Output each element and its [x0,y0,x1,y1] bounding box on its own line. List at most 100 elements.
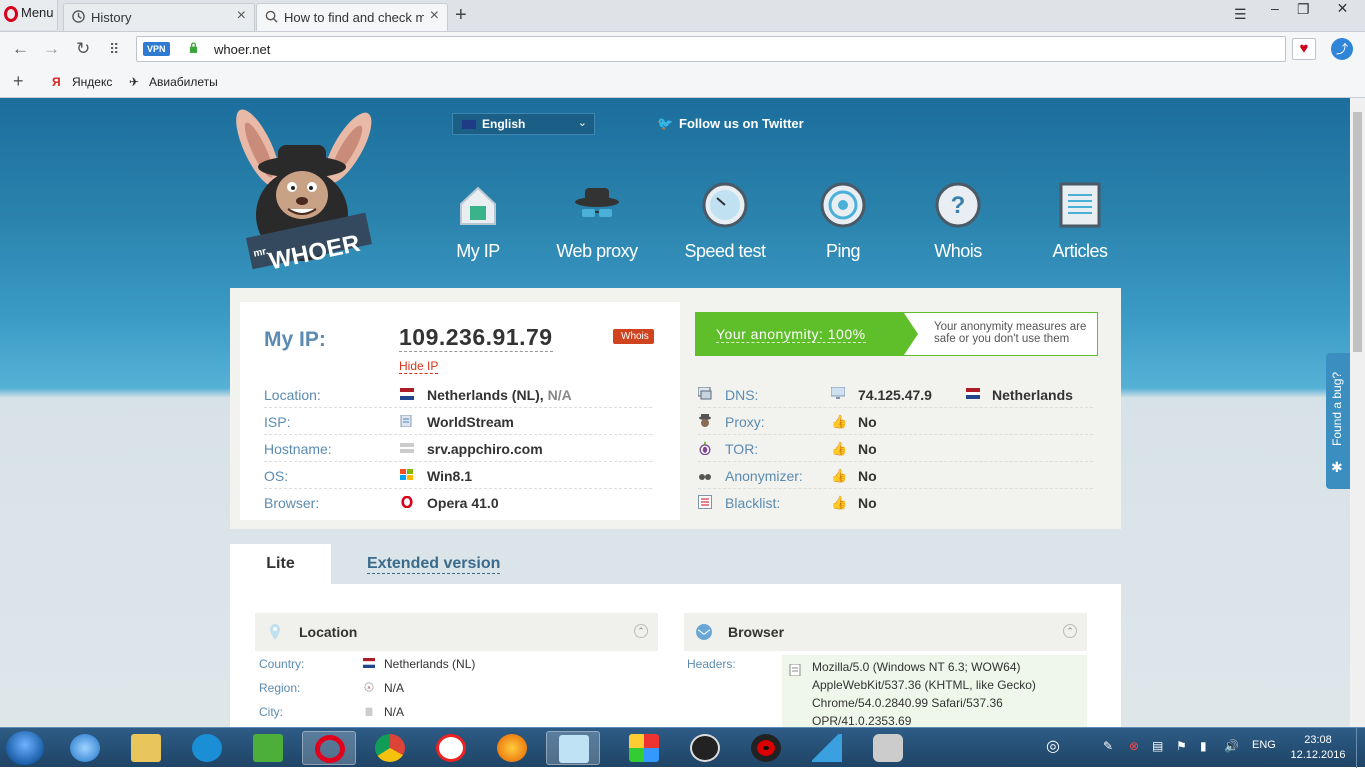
dns-country: Netherlands [992,387,1073,403]
close-tab-icon[interactable]: × [237,7,246,25]
url-text: whoer.net [214,42,271,57]
row-value: No [858,414,877,430]
anonymity-score[interactable]: Your anonymity: 100% [696,313,918,355]
network-tray-icon[interactable]: ▤ [1152,739,1163,753]
ip-address[interactable]: 109.236.91.79 [399,324,553,352]
whoer-logo[interactable]: mr. WHOER [230,103,390,275]
chrome-taskbar-icon[interactable] [363,731,417,765]
nav-label: Ping [825,241,861,261]
row-key: Region: [259,681,301,695]
twitter-link[interactable]: 🐦 Follow us on Twitter [657,116,804,132]
header-line: Mozilla/5.0 (Windows NT 6.3; WOW64) [812,660,1021,674]
opera-menu-button[interactable]: Menu [0,0,58,30]
row-key: OS: [264,468,289,484]
notepad-taskbar-icon[interactable] [546,731,600,765]
tab-whoer[interactable]: How to find and check my × [256,3,448,31]
language-select[interactable]: English ⌄ [452,113,595,135]
bug-icon: ✱ [1331,459,1343,475]
new-tab-button[interactable]: + [455,4,467,27]
minimize-button[interactable]: ‒ [1271,0,1279,16]
update-tray-icon[interactable]: ◎ [1046,736,1060,756]
close-tab-icon[interactable]: × [430,7,439,25]
anonymity-note: Your anonymity measures are safe or you … [934,321,1087,345]
close-window-button[interactable]: ✕ [1320,0,1365,22]
nav-my-ip[interactable]: My IP [423,182,533,262]
tab-lite[interactable]: Lite [230,544,331,584]
vpn-badge[interactable]: VPN [143,42,170,56]
nav-web-proxy[interactable]: Web proxy [542,182,652,262]
browser-section-header[interactable]: Browser ⌃ [684,613,1087,651]
page-scrollbar[interactable] [1350,98,1365,727]
app-grid-taskbar-icon[interactable] [617,731,671,765]
nav-articles[interactable]: Articles [1025,182,1135,262]
search-icon [265,10,278,23]
dns-value: 74.125.47.9 [858,387,932,403]
share-icon[interactable]: ⤴ [1331,38,1353,60]
hp-taskbar-icon[interactable] [180,731,234,765]
hand-taskbar-icon[interactable] [861,731,915,765]
tab-menu-icon[interactable]: ☰ [1234,6,1247,23]
my-ip-panel: My IP: 109.236.91.79 Hide IP Whois Locat… [240,302,680,520]
back-arrow-icon[interactable]: ← [12,39,29,59]
tab-extended-version[interactable]: Extended version [367,555,501,574]
building-icon [365,707,373,716]
info-row-location: Location: Netherlands (NL), N/A [264,381,652,408]
bookmark-heart-icon[interactable]: ♥ [1292,38,1316,60]
browser-tab-bar: Menu History × How to find and check my … [0,0,1365,32]
reload-icon[interactable]: ↻ [76,39,90,59]
section-title: Location [299,624,358,640]
ie-taskbar-icon[interactable] [58,731,112,765]
opera-logo-icon [4,6,18,22]
info-row-os: OS: Win8.1 [264,462,652,489]
app-a-taskbar-icon[interactable] [241,731,295,765]
chevron-down-icon: ⌄ [577,117,587,129]
show-desktop-button[interactable] [1356,728,1365,768]
opera-taskbar-icon[interactable] [302,731,356,765]
clock-time: 23:08 [1304,734,1332,746]
bookmark-yandex[interactable]: Яндекс [72,75,112,89]
obs-taskbar-icon[interactable] [678,731,732,765]
forward-arrow-icon[interactable]: → [43,39,60,59]
info-row-isp: ISP: WorldStream [264,408,652,435]
add-bookmark-icon[interactable]: + [13,71,24,92]
nav-speed-test[interactable]: Speed test [670,182,780,262]
bookmark-aviabilety[interactable]: Авиабилеты [149,75,218,89]
explorer-taskbar-icon[interactable] [119,731,173,765]
spy-icon [699,414,711,427]
clock-icon [72,10,85,23]
row-value: N/A [384,681,405,695]
nav-whois[interactable]: ? Whois [903,182,1013,262]
security-tray-icon[interactable]: ⊗ [1129,739,1139,753]
tab-history[interactable]: History × [63,3,255,31]
maximize-button[interactable]: ❐ [1297,1,1310,18]
speed-dial-icon[interactable]: ⠿ [109,41,119,58]
firefox-taskbar-icon[interactable] [485,731,539,765]
headers-label: Headers: [687,657,736,671]
system-clock[interactable]: 23:08 12.12.2016 [1290,733,1346,763]
speedometer-icon [702,182,748,228]
row-key: Location: [264,387,321,403]
flag-tray-icon[interactable]: ⚑ [1176,739,1187,753]
scrollbar-thumb[interactable] [1353,112,1362,352]
hide-ip-link[interactable]: Hide IP [399,359,439,374]
input-language[interactable]: ENG [1252,739,1276,751]
whois-button[interactable]: Whois [613,329,654,344]
lock-icon[interactable] [189,42,198,53]
start-button[interactable] [6,731,44,765]
mountain-taskbar-icon[interactable] [800,731,854,765]
pen-tray-icon[interactable]: ✎ [1103,739,1113,753]
map-pin-icon [270,624,280,640]
nav-ping[interactable]: Ping [788,182,898,262]
yandex-taskbar-icon[interactable] [424,731,478,765]
row-key: City: [259,705,283,719]
url-field[interactable]: VPN whoer.net [136,36,1286,62]
battery-tray-icon[interactable]: ▮ [1200,739,1207,753]
chevron-up-icon[interactable]: ⌃ [1063,624,1077,638]
volume-tray-icon[interactable]: 🔊 [1224,739,1239,753]
location-section-header[interactable]: Location ⌃ [255,613,658,651]
found-a-bug-tab[interactable]: Found a bug? ✱ [1326,353,1350,489]
record-taskbar-icon[interactable] [739,731,793,765]
tab-label: How to find and check my [284,10,424,25]
chevron-up-icon[interactable]: ⌃ [634,624,648,638]
header-line: OPR/41.0.2353.69 [812,714,912,727]
